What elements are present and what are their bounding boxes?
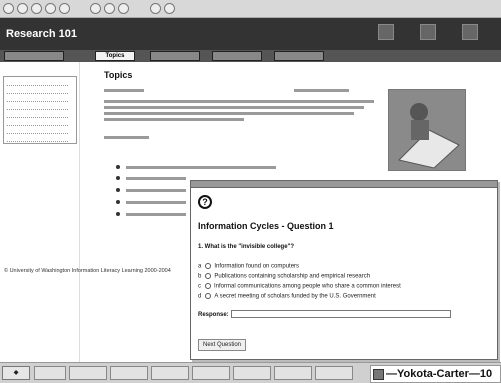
watermark-icon xyxy=(373,368,384,380)
sidebar-link[interactable] xyxy=(7,103,68,110)
sidebar-link[interactable] xyxy=(7,119,68,126)
text-line xyxy=(126,166,276,169)
tab-bar: Topics xyxy=(0,50,501,62)
tab[interactable] xyxy=(4,51,64,61)
text-line xyxy=(104,106,364,109)
choice-text: Information found on computers xyxy=(214,263,300,270)
taskbar-item[interactable] xyxy=(192,366,230,380)
choice-letter: a xyxy=(198,263,202,270)
forward-icon[interactable] xyxy=(17,3,28,14)
bullet xyxy=(116,188,120,192)
answer-choice[interactable]: b Publications containing scholarship and… xyxy=(198,273,370,281)
choice-letter: d xyxy=(198,293,202,300)
text-line xyxy=(104,89,144,92)
response-label: Response: xyxy=(198,312,229,318)
sidebar-link[interactable] xyxy=(7,87,68,94)
favorites-icon[interactable] xyxy=(104,3,115,14)
start-button[interactable]: ◆ xyxy=(2,366,30,380)
answer-choice[interactable]: d A secret meeting of scholars funded by … xyxy=(198,293,376,301)
bullet xyxy=(116,212,120,216)
tab[interactable] xyxy=(212,51,262,61)
radio-button[interactable] xyxy=(205,293,212,299)
stop-icon[interactable] xyxy=(45,3,56,14)
header-icon[interactable] xyxy=(462,24,478,40)
sidebar-link[interactable] xyxy=(7,127,68,134)
header-icon[interactable] xyxy=(420,24,436,40)
choice-text: Informal communications among people who… xyxy=(214,283,401,290)
topic-photo xyxy=(388,89,466,171)
app-title: Research 101 xyxy=(6,28,77,40)
text-line xyxy=(126,213,186,216)
header-icon[interactable] xyxy=(378,24,394,40)
question-text: 1. What is the "invisible college"? xyxy=(198,244,295,250)
history-icon[interactable] xyxy=(118,3,129,14)
watermark-text: —Yokota-Carter—10 xyxy=(386,368,493,380)
home-icon[interactable] xyxy=(59,3,70,14)
taskbar-item[interactable] xyxy=(110,366,148,380)
sidebar-link[interactable] xyxy=(7,135,68,142)
print-icon[interactable] xyxy=(164,3,175,14)
mail-icon[interactable] xyxy=(150,3,161,14)
question-popup: ? Information Cycles - Question 1 1. Wha… xyxy=(190,180,498,360)
text-line xyxy=(126,189,186,192)
sidebar: © University of Washington Information L… xyxy=(0,62,171,362)
app-header: Research 101 xyxy=(0,18,501,50)
popup-titlebar[interactable] xyxy=(191,181,497,188)
sidebar-link[interactable] xyxy=(7,79,68,86)
answer-choice[interactable]: c Informal communications among people wh… xyxy=(198,283,401,291)
taskbar-item[interactable] xyxy=(315,366,353,380)
text-line xyxy=(104,118,244,121)
text-line xyxy=(104,112,354,115)
bullet xyxy=(116,176,120,180)
next-question-button[interactable]: Next Question xyxy=(198,339,246,351)
response-field[interactable] xyxy=(231,310,451,318)
search-icon[interactable] xyxy=(90,3,101,14)
sidebar-nav xyxy=(3,76,77,144)
taskbar-item[interactable] xyxy=(151,366,189,380)
taskbar-item[interactable] xyxy=(233,366,271,380)
choice-letter: b xyxy=(198,273,202,280)
choice-letter: c xyxy=(198,283,201,290)
taskbar-item[interactable] xyxy=(69,366,107,380)
text-line xyxy=(126,201,186,204)
watermark: —Yokota-Carter—10 xyxy=(370,365,501,383)
refresh-icon[interactable] xyxy=(31,3,42,14)
choice-text: Publications containing scholarship and … xyxy=(214,273,371,280)
tab[interactable] xyxy=(274,51,324,61)
bullet xyxy=(116,200,120,204)
text-line xyxy=(104,100,374,103)
tab-topics[interactable]: Topics xyxy=(95,51,135,61)
sidebar-link[interactable] xyxy=(7,111,68,118)
tab[interactable] xyxy=(150,51,200,61)
taskbar-item[interactable] xyxy=(274,366,312,380)
radio-button[interactable] xyxy=(205,273,212,279)
radio-button[interactable] xyxy=(205,283,211,289)
page-title: Topics xyxy=(104,70,133,80)
bullet xyxy=(116,165,120,169)
choice-text: A secret meeting of scholars funded by t… xyxy=(214,293,376,300)
taskbar-item[interactable] xyxy=(34,366,66,380)
question-mark-icon: ? xyxy=(198,195,212,209)
radio-button[interactable] xyxy=(205,263,212,269)
sidebar-link[interactable] xyxy=(7,95,68,102)
browser-toolbar xyxy=(0,0,501,18)
back-icon[interactable] xyxy=(3,3,14,14)
text-line xyxy=(104,136,149,139)
popup-title: Information Cycles - Question 1 xyxy=(198,221,334,231)
text-line xyxy=(126,177,186,180)
answer-choice[interactable]: a Information found on computers xyxy=(198,263,299,271)
text-line xyxy=(294,89,349,92)
